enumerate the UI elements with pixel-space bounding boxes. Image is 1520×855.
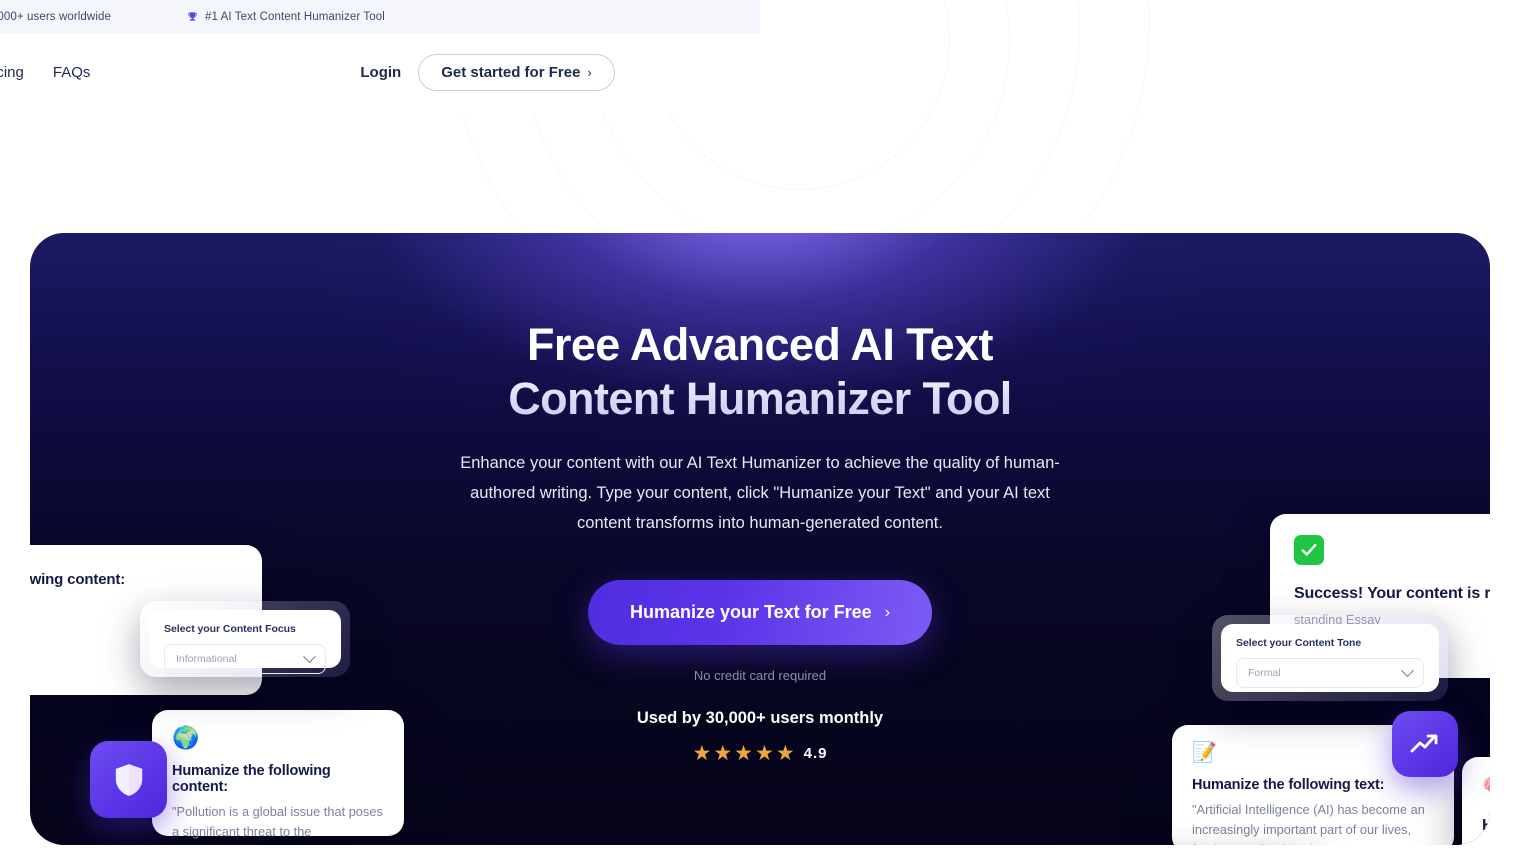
select-content-tone-label: Select your Content Tone — [1236, 637, 1362, 649]
select-content-tone-value: Formal — [1248, 667, 1281, 679]
select-content-focus[interactable]: Select your Content Focus Informational — [140, 601, 350, 677]
star-icon: ★ — [734, 742, 753, 765]
login-link[interactable]: Login — [360, 64, 401, 81]
nav-actions: Login Get started for Free › — [360, 54, 615, 91]
trending-up-icon — [1410, 734, 1438, 753]
trophy-icon — [187, 11, 198, 22]
star-icon: ★ — [713, 742, 733, 765]
card-pollution-body: "Pollution is a global issue that poses … — [172, 804, 383, 845]
top-badge: #1 AI Text Content Humanizer Tool — [187, 11, 385, 23]
shield-badge — [90, 741, 167, 818]
card-brain-body-line-1: Gene — [1482, 842, 1490, 845]
select-content-focus-label: Select your Content Focus — [164, 623, 296, 635]
card-success-title: Success! Your content is ready! — [1294, 585, 1490, 602]
get-started-button[interactable]: Get started for Free › — [418, 54, 615, 91]
green-check-emoji — [1294, 535, 1324, 565]
announcement-bar: y 30,000+ users worldwide #1 AI Text Con… — [0, 0, 760, 33]
trend-badge — [1392, 711, 1458, 777]
no-credit-card-note: No credit card required — [693, 668, 827, 683]
card-ai-text-title: Humanize the following text: — [1192, 777, 1385, 793]
main-navigation: Pricing FAQs Login Get started for Free … — [0, 33, 760, 112]
chevron-down-icon — [303, 649, 316, 663]
star-rating: ★ ★ ★ ★ ★ — [693, 743, 795, 764]
star-icon: ★ — [754, 742, 774, 765]
top-badge-text: #1 AI Text Content Humanizer Tool — [204, 10, 385, 23]
select-content-tone[interactable]: Select your Content Tone Formal — [1212, 615, 1448, 701]
nav-link-faqs[interactable]: FAQs — [53, 64, 91, 81]
users-worldwide-text: y 30,000+ users worldwide — [0, 10, 111, 23]
hero-section: Free Advanced AI Text Content Humanizer … — [30, 233, 1490, 845]
globe-emoji: 🌍 — [172, 725, 200, 750]
nav-links: Pricing FAQs — [0, 64, 90, 81]
hero-subtitle: Enhance your content with our AI Text Hu… — [460, 454, 1060, 532]
card-brain: 🧠 Hum Gene from — [1462, 757, 1490, 845]
brain-emoji: 🧠 — [1482, 775, 1490, 797]
chevron-right-icon: › — [587, 65, 592, 80]
hero-content: Free Advanced AI Text Content Humanizer … — [450, 318, 1070, 764]
card-pollution-title: Humanize the following content: — [172, 763, 331, 795]
select-content-tone-input[interactable]: Formal — [1236, 658, 1424, 688]
chevron-down-icon — [1401, 663, 1414, 677]
rating-value: 4.9 — [803, 745, 828, 762]
used-by-text: Used by 30,000+ users monthly — [636, 709, 884, 727]
star-icon: ★ — [775, 742, 795, 765]
star-icon: ★ — [692, 742, 712, 765]
chevron-right-icon: › — [884, 603, 891, 621]
card-brain-title: Hum — [1482, 817, 1490, 834]
shield-icon — [115, 763, 142, 796]
hero-title-line-1: Free Advanced AI Text — [527, 319, 993, 370]
page-title: Free Advanced AI Text Content Humanizer … — [450, 318, 1070, 426]
humanize-cta-button[interactable]: Humanize your Text for Free › — [587, 580, 933, 645]
rating-block: ★ ★ ★ ★ ★ 4.9 — [450, 743, 1070, 764]
select-content-focus-input[interactable]: Informational — [164, 644, 326, 674]
card-brain-body: Gene from — [1482, 842, 1490, 845]
card-ai-text-body: "Artificial Intelligence (AI) has become… — [1192, 802, 1425, 845]
site-header: y 30,000+ users worldwide #1 AI Text Con… — [0, 0, 760, 112]
card-essay-title: nize the following content: — [30, 571, 126, 588]
card-pollution: 🌍 Humanize the following content: "Pollu… — [152, 710, 404, 845]
select-content-focus-value: Informational — [176, 653, 237, 665]
hero-title-line-2: Content Humanizer Tool — [508, 373, 1012, 424]
get-started-label: Get started for Free — [441, 64, 581, 81]
humanize-cta-label: Humanize your Text for Free — [629, 602, 872, 622]
nav-link-pricing[interactable]: Pricing — [0, 64, 24, 81]
